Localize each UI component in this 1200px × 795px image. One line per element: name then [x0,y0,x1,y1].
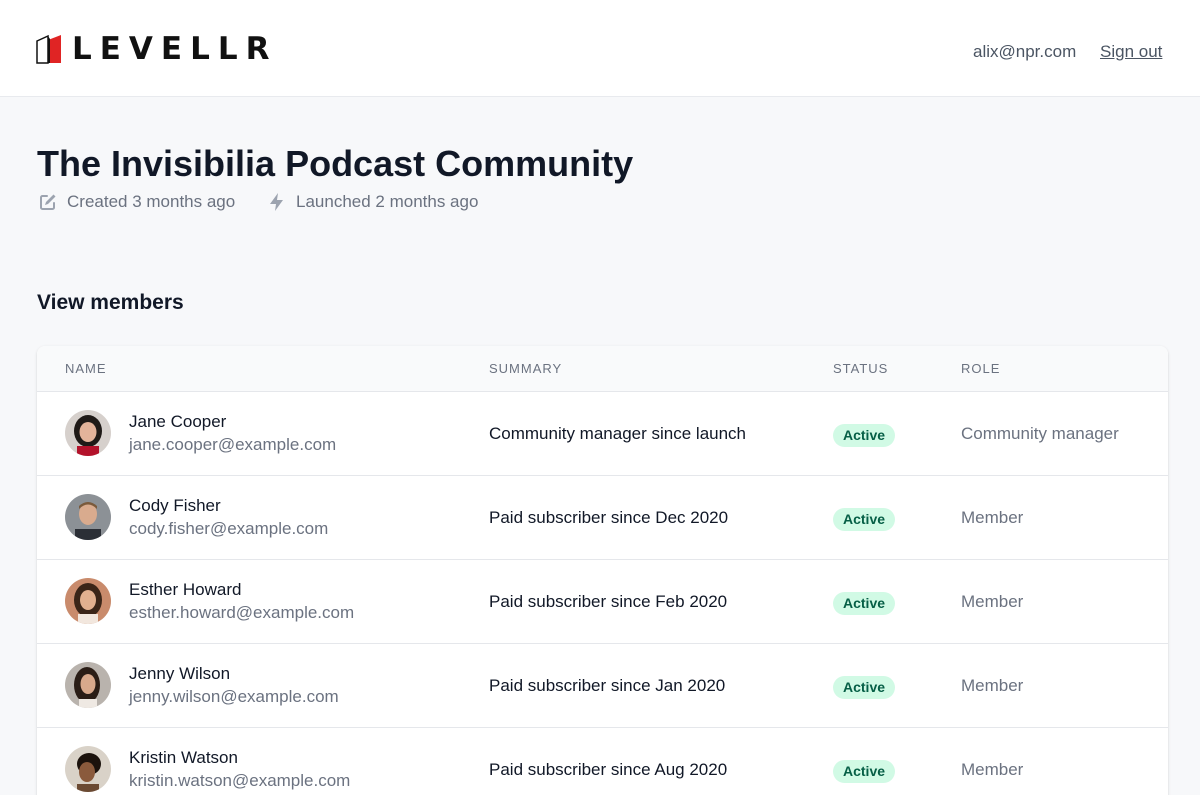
column-header-name: Name [65,361,107,376]
top-header: LEVELLR alix@npr.com Sign out [0,0,1200,97]
member-role: Member [961,760,1024,779]
page-title: The Invisibilia Podcast Community [37,143,634,184]
member-email: esther.howard@example.com [129,603,355,622]
member-summary: Paid subscriber since Jan 2020 [489,676,726,695]
table-row[interactable]: Cody Fisher cody.fisher@example.com Paid… [37,476,1168,560]
member-summary: Community manager since launch [489,424,747,443]
member-role: Community manager [961,424,1119,443]
member-name: Cody Fisher [129,496,221,515]
launched-text: Launched 2 months ago [296,192,479,211]
avatar [65,746,111,792]
avatar [65,662,111,708]
member-email: kristin.watson@example.com [129,771,351,790]
column-header-summary: Summary [489,361,563,376]
column-header-role: Role [961,361,1001,376]
table-row[interactable]: Esther Howard esther.howard@example.com … [37,560,1168,644]
member-role: Member [961,676,1024,695]
logo-mark-icon [36,34,61,64]
lightning-bolt-icon [270,193,283,211]
member-email: jenny.wilson@example.com [129,687,339,706]
sign-out-link[interactable]: Sign out [1100,42,1162,62]
user-email: alix@npr.com [973,42,1077,61]
logo-wordmark: LEVELLR [72,31,278,67]
member-name: Kristin Watson [129,748,238,767]
status-badge: Active [833,424,896,447]
table-row[interactable]: Jane Cooper jane.cooper@example.com Comm… [37,392,1168,476]
avatar [65,578,111,624]
table-header: Name Summary Status Role [37,346,1168,392]
member-email: cody.fisher@example.com [129,519,329,538]
members-section-title: View members [37,291,184,314]
column-header-status: Status [833,361,889,376]
members-table: Name Summary Status Role Jane Cooper jan… [37,346,1168,795]
status-badge: Active [833,592,896,615]
member-role: Member [961,508,1024,527]
status-badge: Active [833,508,896,531]
created-meta: Created 3 months ago [38,192,235,212]
status-badge: Active [833,760,896,783]
table-row[interactable]: Jenny Wilson jenny.wilson@example.com Pa… [37,644,1168,728]
status-badge: Active [833,676,896,699]
levellr-logo[interactable]: LEVELLR [36,32,277,66]
member-name: Jane Cooper [129,412,227,431]
pencil-square-icon [40,194,56,210]
member-email: jane.cooper@example.com [129,435,337,454]
launched-meta: Launched 2 months ago [267,192,478,212]
member-summary: Paid subscriber since Aug 2020 [489,760,728,779]
member-name: Esther Howard [129,580,242,599]
member-name: Jenny Wilson [129,664,231,683]
table-row[interactable]: Kristin Watson kristin.watson@example.co… [37,728,1168,795]
created-text: Created 3 months ago [67,192,236,211]
avatar [65,410,111,456]
member-role: Member [961,592,1024,611]
member-summary: Paid subscriber since Feb 2020 [489,592,728,611]
avatar [65,494,111,540]
member-summary: Paid subscriber since Dec 2020 [489,508,729,527]
